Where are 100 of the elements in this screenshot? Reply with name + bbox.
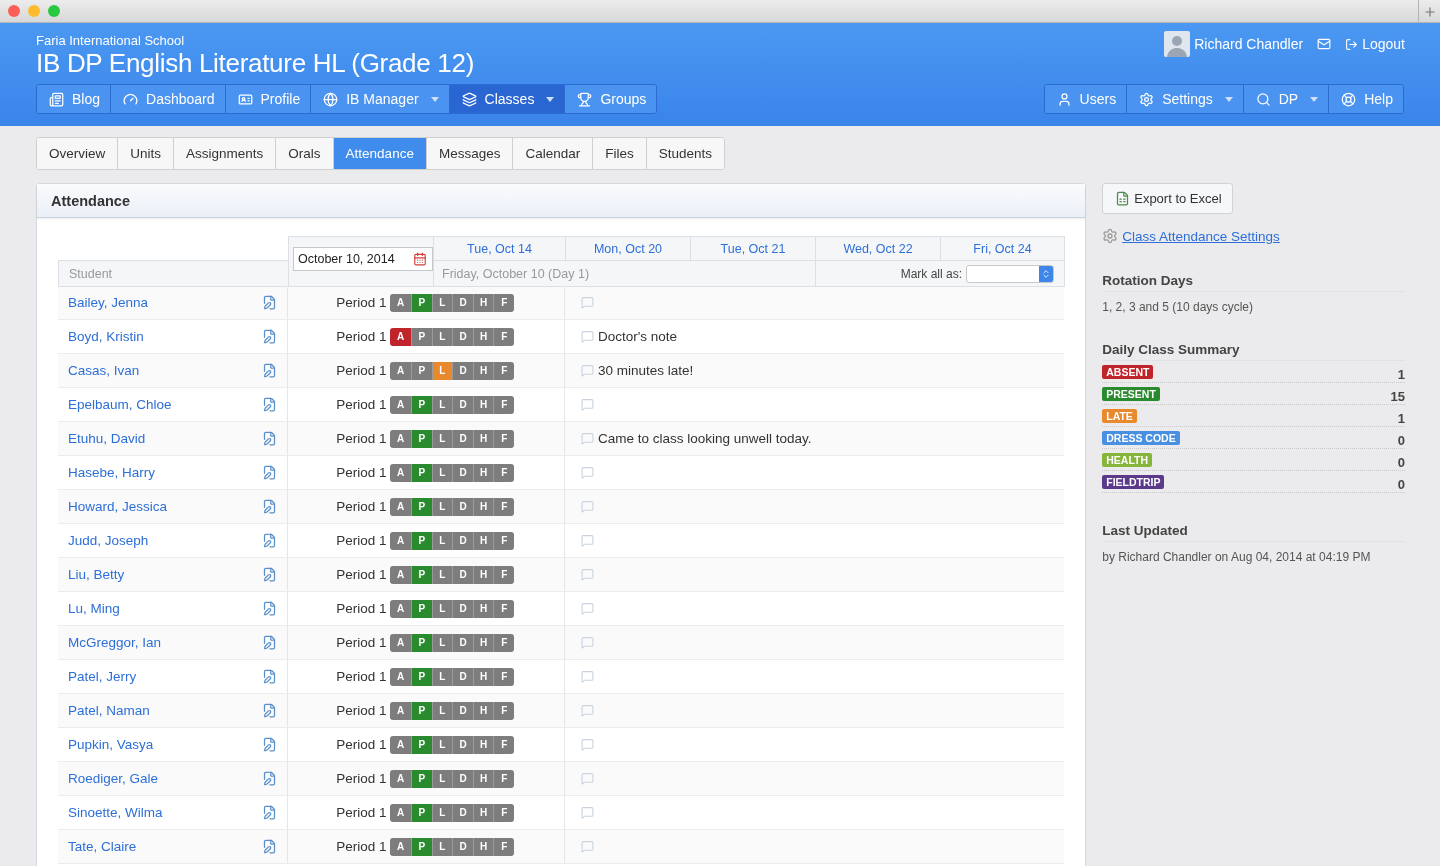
attendance-code-button[interactable]: F <box>493 497 514 516</box>
edit-icon[interactable] <box>262 771 277 786</box>
attendance-code-button[interactable]: P <box>411 667 432 686</box>
attendance-code-button[interactable]: A <box>390 361 412 380</box>
attendance-code-button[interactable]: H <box>472 327 494 346</box>
edit-icon[interactable] <box>262 465 277 480</box>
attendance-code-button[interactable]: F <box>493 837 514 856</box>
logout-link[interactable]: Logout <box>1345 36 1405 52</box>
nav-button[interactable]: Profile <box>224 85 311 113</box>
comment-icon[interactable] <box>581 840 594 853</box>
attendance-code-button[interactable]: D <box>452 327 473 346</box>
attendance-code-button[interactable]: H <box>472 667 494 686</box>
nav-button[interactable]: IB Manager <box>310 85 449 113</box>
edit-icon[interactable] <box>262 499 277 514</box>
attendance-code-button[interactable]: P <box>411 531 432 550</box>
attendance-code-button[interactable]: L <box>431 429 453 448</box>
attendance-code-button[interactable]: F <box>493 565 514 584</box>
comment-icon[interactable] <box>581 534 594 547</box>
attendance-code-button[interactable]: D <box>452 497 473 516</box>
attendance-code-button[interactable]: P <box>411 565 432 584</box>
student-link[interactable]: Bailey, Jenna <box>68 295 149 310</box>
attendance-code-button[interactable]: A <box>390 599 412 618</box>
attendance-code-button[interactable]: A <box>390 769 412 788</box>
student-link[interactable]: Epelbaum, Chloe <box>68 397 172 412</box>
student-link[interactable]: McGreggor, Ian <box>68 635 162 650</box>
edit-icon[interactable] <box>262 295 277 310</box>
attendance-code-button[interactable]: A <box>390 837 412 856</box>
comment-icon[interactable] <box>581 602 594 615</box>
edit-icon[interactable] <box>262 839 277 854</box>
attendance-code-button[interactable]: P <box>411 701 432 720</box>
attendance-code-button[interactable]: F <box>493 463 514 482</box>
attendance-code-button[interactable]: P <box>411 429 432 448</box>
attendance-code-button[interactable]: L <box>431 361 453 380</box>
minimize-icon[interactable] <box>28 5 40 17</box>
attendance-code-button[interactable]: L <box>431 497 453 516</box>
attendance-code-button[interactable]: D <box>452 599 473 618</box>
attendance-code-button[interactable]: D <box>452 429 473 448</box>
comment-icon[interactable] <box>581 364 594 377</box>
attendance-code-button[interactable]: H <box>472 565 494 584</box>
attendance-code-button[interactable]: H <box>472 633 494 652</box>
attendance-code-button[interactable]: A <box>390 735 412 754</box>
attendance-code-button[interactable]: H <box>472 769 494 788</box>
comment-icon[interactable] <box>581 568 594 581</box>
tab[interactable]: Students <box>645 138 725 169</box>
tab[interactable]: Attendance <box>332 138 426 169</box>
settings-link[interactable]: Class Attendance Settings <box>1122 228 1280 244</box>
mail-icon[interactable] <box>1317 37 1332 51</box>
attendance-code-button[interactable]: H <box>472 429 494 448</box>
attendance-code-button[interactable]: L <box>431 667 453 686</box>
student-link[interactable]: Pupkin, Vasya <box>68 737 154 752</box>
attendance-code-button[interactable]: A <box>390 293 412 312</box>
attendance-code-button[interactable]: A <box>390 327 412 346</box>
attendance-code-button[interactable]: H <box>472 395 494 414</box>
attendance-code-button[interactable]: L <box>431 395 453 414</box>
comment-icon[interactable] <box>581 772 594 785</box>
attendance-code-button[interactable]: F <box>493 327 514 346</box>
attendance-code-button[interactable]: A <box>390 803 412 822</box>
edit-icon[interactable] <box>262 669 277 684</box>
comment-icon[interactable] <box>581 296 594 309</box>
attendance-code-button[interactable]: D <box>452 531 473 550</box>
attendance-code-button[interactable]: F <box>493 293 514 312</box>
attendance-code-button[interactable]: F <box>493 395 514 414</box>
attendance-code-button[interactable]: P <box>411 463 432 482</box>
calendar-icon[interactable] <box>413 252 427 266</box>
edit-icon[interactable] <box>262 533 277 548</box>
attendance-code-button[interactable]: A <box>390 463 412 482</box>
comment-icon[interactable] <box>581 330 594 343</box>
nav-button[interactable]: Users <box>1044 85 1127 113</box>
attendance-code-button[interactable]: D <box>452 463 473 482</box>
attendance-code-button[interactable]: F <box>493 599 514 618</box>
attendance-code-button[interactable]: F <box>493 735 514 754</box>
attendance-code-button[interactable]: P <box>411 769 432 788</box>
attendance-code-button[interactable]: L <box>431 735 453 754</box>
attendance-code-button[interactable]: P <box>411 395 432 414</box>
edit-icon[interactable] <box>262 805 277 820</box>
student-link[interactable]: Patel, Naman <box>68 703 150 718</box>
attendance-code-button[interactable]: L <box>431 701 453 720</box>
attendance-code-button[interactable]: H <box>472 497 494 516</box>
mark-all-select[interactable] <box>966 264 1054 283</box>
attendance-code-button[interactable]: H <box>472 293 494 312</box>
edit-icon[interactable] <box>262 329 277 344</box>
student-link[interactable]: Judd, Joseph <box>68 533 149 548</box>
attendance-code-button[interactable]: F <box>493 429 514 448</box>
nav-button[interactable]: Classes <box>448 85 565 113</box>
comment-icon[interactable] <box>581 738 594 751</box>
attendance-code-button[interactable]: D <box>452 769 473 788</box>
edit-icon[interactable] <box>262 737 277 752</box>
attendance-code-button[interactable]: D <box>452 565 473 584</box>
attendance-code-button[interactable]: H <box>472 361 494 380</box>
user-link[interactable]: Richard Chandler <box>1164 31 1304 57</box>
attendance-code-button[interactable]: F <box>493 803 514 822</box>
attendance-code-button[interactable]: P <box>411 293 432 312</box>
edit-icon[interactable] <box>262 567 277 582</box>
comment-icon[interactable] <box>581 704 594 717</box>
student-link[interactable]: Etuhu, David <box>68 431 146 446</box>
attendance-code-button[interactable]: D <box>452 633 473 652</box>
nav-button[interactable]: Settings <box>1126 85 1243 113</box>
attendance-code-button[interactable]: P <box>411 633 432 652</box>
attendance-code-button[interactable]: L <box>431 769 453 788</box>
student-link[interactable]: Casas, Ivan <box>68 363 140 378</box>
